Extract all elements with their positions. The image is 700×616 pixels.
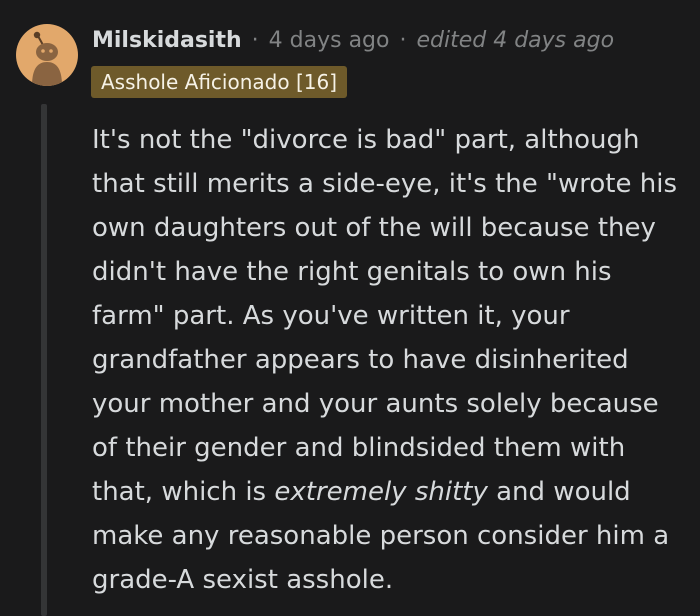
comment-emphasis: extremely shitty <box>274 477 488 507</box>
meta-separator: · <box>251 27 259 53</box>
snoo-avatar-icon <box>32 31 62 86</box>
comment: Milskidasith · 4 days ago · edited 4 day… <box>0 0 700 616</box>
thread-collapse-line[interactable] <box>41 104 47 616</box>
comment-text: It's not the "divorce is bad" part, alth… <box>92 125 677 507</box>
edited-label: edited 4 days ago <box>416 27 615 53</box>
comment-meta: Milskidasith · 4 days ago · edited 4 day… <box>92 22 614 58</box>
comment-body: It's not the "divorce is bad" part, alth… <box>92 118 688 602</box>
user-avatar-icon[interactable] <box>16 24 78 86</box>
username-link[interactable]: Milskidasith <box>92 28 242 53</box>
meta-separator: · <box>399 27 407 53</box>
user-flair: Asshole Aficionado [16] <box>91 66 347 98</box>
comment-timestamp[interactable]: 4 days ago <box>269 28 390 53</box>
